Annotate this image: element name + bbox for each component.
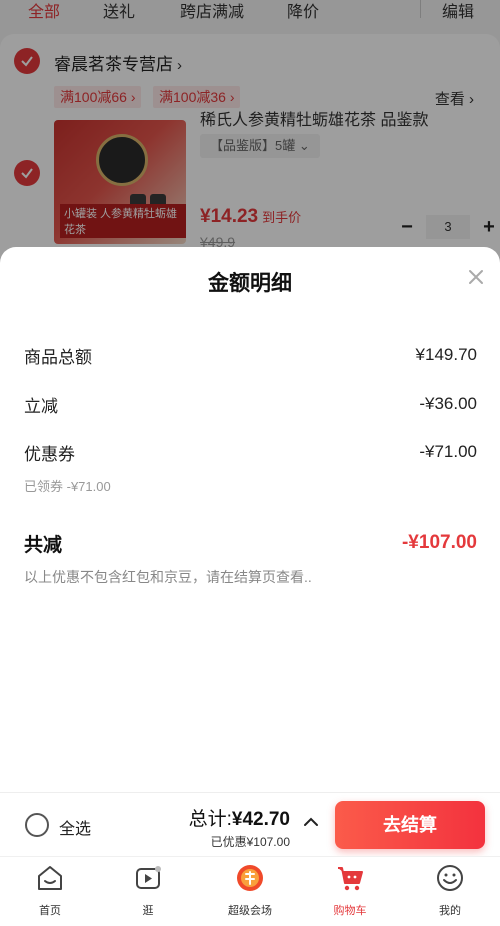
disclaimer-text: 以上优惠不包含红包和京豆，请在结算页查看.. (24, 569, 312, 585)
tabbar-label: 超级会场 (228, 905, 272, 917)
coupon-row: 优惠券 -¥71.00 (24, 440, 477, 464)
bottom-tab-bar: 首页 逛 超级会场 购物车 我的 (0, 856, 500, 926)
coupon-value: -¥71.00 (419, 442, 477, 461)
checkout-bar: 全选 总计:¥42.70 已优惠¥107.00 去结算 (0, 792, 500, 856)
chevron-up-icon[interactable] (302, 813, 320, 831)
subtotal-value: ¥149.70 (415, 345, 477, 364)
total-price: 总计:¥42.70 (189, 804, 290, 831)
tabbar-label: 我的 (439, 905, 461, 917)
select-all-checkbox[interactable] (25, 813, 49, 837)
select-all-label[interactable]: 全选 (59, 815, 91, 839)
tabbar-item-mega-venue[interactable]: 超级会场 (210, 863, 290, 918)
close-icon[interactable] (466, 267, 486, 287)
tabbar-item-cart[interactable]: 购物车 (310, 863, 390, 918)
subtotal-row: 商品总额 ¥149.70 (24, 343, 477, 367)
subtotal-label: 商品总额 (24, 347, 92, 367)
play-icon (136, 866, 161, 889)
instant-discount-label: 立减 (24, 396, 58, 416)
tabbar-label: 购物车 (333, 905, 367, 917)
tabbar-item-home[interactable]: 首页 (10, 863, 90, 918)
total-discount-row: 共减 -¥107.00 (24, 531, 477, 556)
total-value: ¥42.70 (231, 809, 290, 830)
instant-discount-value: -¥36.00 (419, 394, 477, 413)
amount-detail-sheet: 金额明细 商品总额 ¥149.70 立减 -¥36.00 优惠券 -¥71.00… (0, 247, 500, 792)
coupon-claimed-note: 已领券 -¥71.00 (24, 479, 111, 494)
checkout-button[interactable]: 去结算 (335, 801, 485, 849)
sheet-title: 金额明细 (208, 272, 292, 295)
tabbar-item-profile[interactable]: 我的 (410, 863, 490, 918)
coupon-label: 优惠券 (24, 444, 75, 464)
discount-note: 已优惠¥107.00 (210, 835, 290, 849)
profile-icon (437, 865, 463, 891)
home-icon (38, 866, 62, 890)
mega-venue-icon (237, 865, 263, 891)
cart-icon (338, 867, 363, 891)
tabbar-label: 逛 (142, 905, 154, 917)
total-discount-value: -¥107.00 (401, 532, 477, 553)
tabbar-label: 首页 (39, 905, 61, 917)
tabbar-item-browse[interactable]: 逛 (108, 863, 188, 918)
total-discount-label: 共减 (24, 534, 63, 556)
instant-discount-row: 立减 -¥36.00 (24, 392, 477, 416)
total-prefix: 总计: (188, 809, 232, 830)
